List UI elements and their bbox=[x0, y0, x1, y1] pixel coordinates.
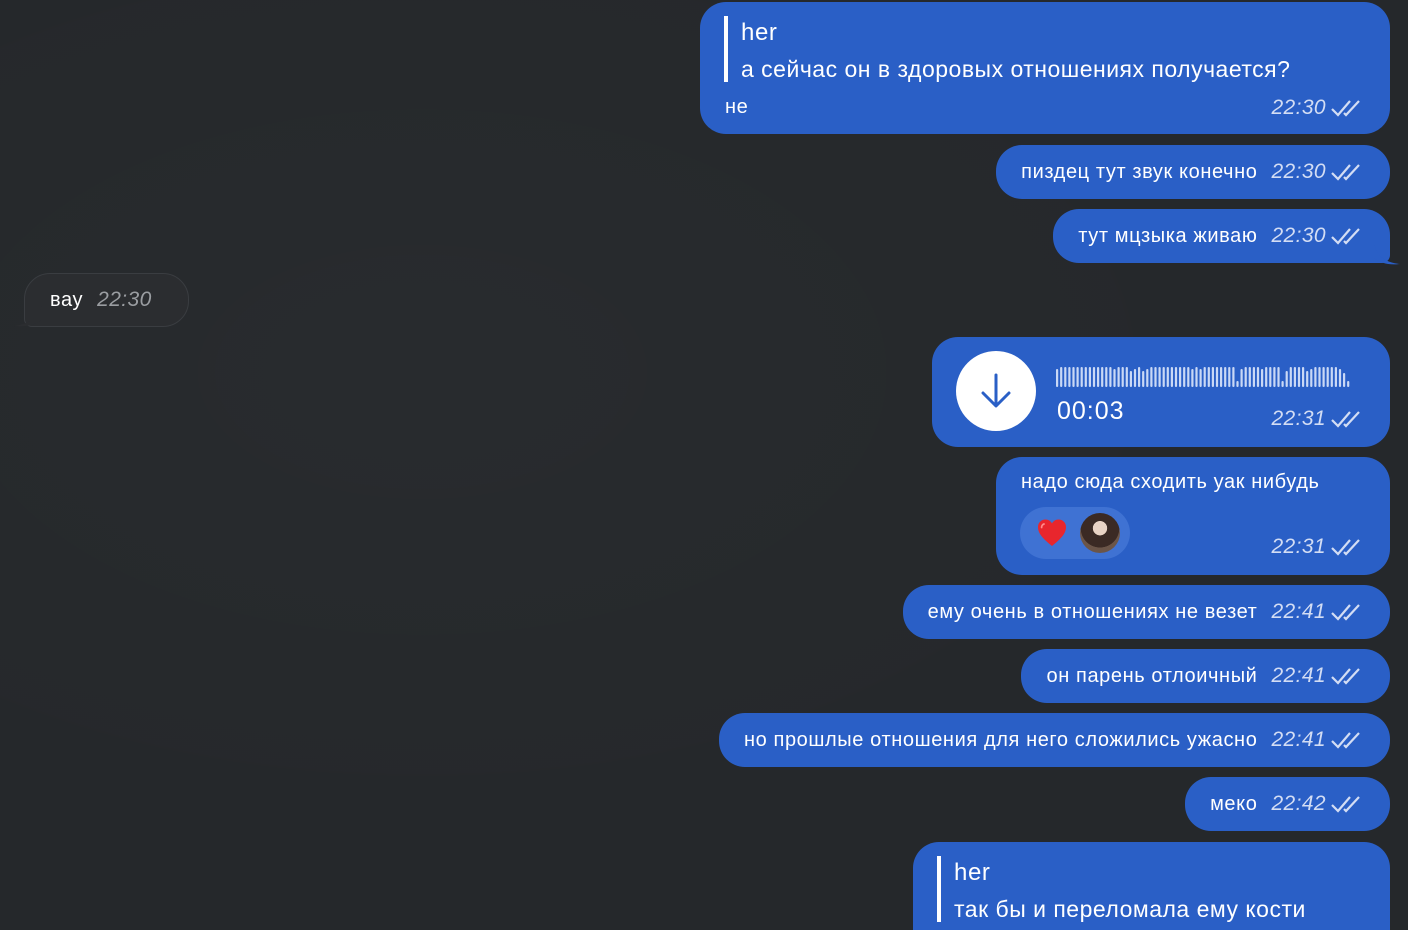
double-check-icon bbox=[1331, 411, 1360, 428]
message-time: 22:41 bbox=[1271, 600, 1326, 623]
reply-author: her bbox=[741, 19, 778, 46]
message-text: пиздец тут звук конечно bbox=[1021, 160, 1258, 183]
message-time: 22:30 bbox=[97, 288, 152, 311]
message-text: он парень отлоичный bbox=[1046, 664, 1258, 687]
message-time: 22:41 bbox=[1271, 664, 1326, 687]
message-text: но прошлые отношения для него сложились … bbox=[743, 728, 1258, 751]
message-time: 22:30 bbox=[1271, 96, 1326, 119]
avatar bbox=[1080, 513, 1120, 553]
message-bubble-outgoing[interactable]: her а сейчас он в здоровых отношениях по… bbox=[700, 2, 1390, 134]
message-time: 22:41 bbox=[1271, 728, 1326, 751]
download-arrow-icon bbox=[981, 373, 1011, 408]
message-bubble-incoming[interactable]: вау 22:30 bbox=[24, 273, 189, 327]
double-check-icon bbox=[1331, 100, 1360, 117]
download-button[interactable] bbox=[956, 351, 1036, 431]
double-check-icon bbox=[1331, 164, 1360, 181]
message-time: 22:30 bbox=[1271, 160, 1326, 183]
message-time: 22:31 bbox=[1271, 535, 1326, 558]
bubble-tail bbox=[14, 306, 42, 327]
message-text: тут мцзыка живаю bbox=[1078, 224, 1258, 247]
message-time: 22:31 bbox=[1271, 407, 1326, 430]
message-time: 22:42 bbox=[1271, 792, 1326, 815]
message-bubble-outgoing[interactable]: но прошлые отношения для него сложились … bbox=[718, 713, 1390, 767]
reply-quote[interactable]: her а сейчас он в здоровых отношениях по… bbox=[724, 16, 1290, 82]
double-check-icon bbox=[1331, 668, 1360, 685]
double-check-icon bbox=[1331, 732, 1360, 749]
message-text: не bbox=[725, 96, 749, 118]
message-bubble-outgoing[interactable]: он парень отлоичный 22:41 bbox=[1021, 649, 1390, 703]
voice-message[interactable]: 00:03 22:31 bbox=[932, 337, 1390, 447]
bubble-tail bbox=[1374, 244, 1400, 265]
double-check-icon bbox=[1331, 796, 1360, 813]
voice-waveform[interactable] bbox=[1056, 363, 1356, 389]
message-bubble-outgoing[interactable]: ему очень в отношениях не везет 22:41 bbox=[902, 585, 1390, 639]
reaction-pill[interactable] bbox=[1020, 507, 1130, 559]
message-bubble-outgoing[interactable]: тут мцзыка живаю 22:30 bbox=[1053, 209, 1390, 263]
message-text: меко bbox=[1210, 792, 1258, 815]
reply-author: her bbox=[954, 859, 991, 886]
double-check-icon bbox=[1331, 228, 1360, 245]
message-bubble-outgoing[interactable]: her так бы и переломала ему кости bbox=[913, 842, 1390, 930]
message-bubble-outgoing[interactable]: пиздец тут звук конечно 22:30 bbox=[996, 145, 1390, 199]
reply-text: так бы и переломала ему кости bbox=[954, 896, 1306, 922]
message-bubble-outgoing[interactable]: надо сюда сходить уак нибудь 22:31 bbox=[996, 457, 1390, 575]
reply-text: а сейчас он в здоровых отношениях получа… bbox=[741, 56, 1291, 82]
chat-history[interactable]: her а сейчас он в здоровых отношениях по… bbox=[0, 0, 1408, 930]
double-check-icon bbox=[1331, 539, 1360, 556]
reply-quote[interactable]: her так бы и переломала ему кости bbox=[937, 856, 1306, 922]
message-text: вау bbox=[50, 288, 84, 311]
message-bubble-outgoing[interactable]: меко 22:42 bbox=[1185, 777, 1390, 831]
message-text: ему очень в отношениях не везет bbox=[927, 600, 1258, 623]
double-check-icon bbox=[1331, 604, 1360, 621]
message-text: надо сюда сходить уак нибудь bbox=[1021, 471, 1320, 493]
heart-icon bbox=[1038, 519, 1066, 546]
voice-duration: 00:03 bbox=[1057, 397, 1125, 425]
message-time: 22:30 bbox=[1271, 224, 1326, 247]
